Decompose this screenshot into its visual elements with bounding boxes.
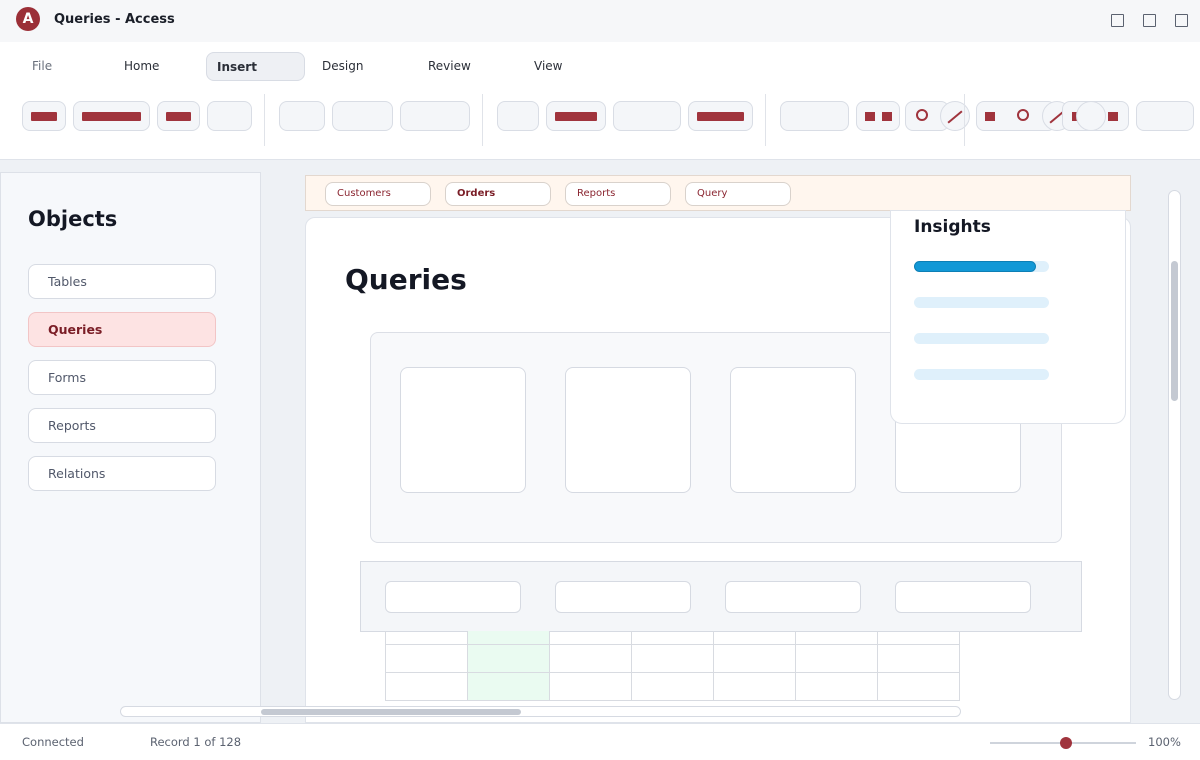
zoom-slider-handle[interactable] <box>1060 737 1072 749</box>
ribbon-button-icon <box>166 112 191 121</box>
ribbon-button[interactable] <box>780 101 849 131</box>
grid-line <box>385 644 960 645</box>
horizontal-scrollbar[interactable] <box>120 706 961 717</box>
ribbon-button[interactable] <box>546 101 606 131</box>
ribbon-button[interactable] <box>22 101 66 131</box>
field-group <box>360 561 1082 632</box>
ribbon-button-icon <box>31 112 57 121</box>
ribbon-button-icon <box>865 112 875 121</box>
query-grid[interactable] <box>385 631 960 701</box>
ribbon-button-icon <box>697 112 744 121</box>
grid-line <box>877 631 878 701</box>
query-field[interactable] <box>895 581 1031 613</box>
ribbon-button[interactable] <box>207 101 252 131</box>
horizontal-scroll-thumb[interactable] <box>261 709 521 715</box>
grid-line <box>385 672 960 673</box>
ribbon-button[interactable] <box>332 101 393 131</box>
tab-insert[interactable]: Insert <box>206 52 305 81</box>
tab-design[interactable]: Design <box>312 52 373 81</box>
ribbon-button[interactable] <box>856 101 900 131</box>
insight-meter <box>914 333 1049 344</box>
ribbon-button-icon <box>82 112 141 121</box>
grid-line <box>549 631 550 701</box>
tab-home[interactable]: Home <box>114 52 169 81</box>
tab-review[interactable]: Review <box>418 52 481 81</box>
doc-tab-orders[interactable]: Orders <box>445 182 551 206</box>
grid-line <box>959 631 960 701</box>
tab-file[interactable]: File <box>22 52 62 81</box>
doc-tab-query[interactable]: Query <box>685 182 791 206</box>
sidebar-item-relations[interactable]: Relations <box>28 456 216 491</box>
page-title: Queries <box>345 263 467 296</box>
ribbon-button[interactable] <box>73 101 150 131</box>
connection-status: Connected <box>22 735 84 749</box>
grid-line <box>795 631 796 701</box>
circle-icon <box>916 109 928 121</box>
vertical-scroll-thumb[interactable] <box>1171 261 1178 401</box>
ribbon-button[interactable] <box>279 101 325 131</box>
ribbon-button[interactable] <box>400 101 470 131</box>
status-bar: Connected Record 1 of 128 100% <box>0 723 1200 760</box>
tab-view[interactable]: View <box>524 52 572 81</box>
ribbon-button[interactable] <box>613 101 681 131</box>
insights-panel: Insights <box>890 210 1126 424</box>
grid-line <box>713 631 714 701</box>
ribbon-round-button[interactable] <box>1076 101 1106 131</box>
vertical-scrollbar[interactable] <box>1168 190 1181 700</box>
doc-tab-customers[interactable]: Customers <box>325 182 431 206</box>
close-icon[interactable] <box>1175 14 1188 27</box>
ribbon-button[interactable] <box>157 101 200 131</box>
ribbon-separator <box>964 94 965 146</box>
maximize-icon[interactable] <box>1143 14 1156 27</box>
insight-meter <box>914 297 1049 308</box>
insight-meter-fill <box>914 261 1036 272</box>
query-field[interactable] <box>725 581 861 613</box>
circle-icon <box>1017 109 1029 121</box>
sidebar-title: Objects <box>28 207 118 231</box>
ribbon-button[interactable] <box>688 101 753 131</box>
ribbon-button-icon <box>985 112 995 121</box>
insight-meter <box>914 369 1049 380</box>
sidebar-item-tables[interactable]: Tables <box>28 264 216 299</box>
line-icon <box>947 110 963 124</box>
insight-meter <box>914 261 1049 272</box>
query-card[interactable] <box>400 367 526 493</box>
query-card[interactable] <box>730 367 856 493</box>
objects-sidebar: Objects Tables Queries Forms Reports Rel… <box>0 172 261 723</box>
selected-column <box>467 631 549 701</box>
window-title: Queries - Access <box>54 12 175 27</box>
ribbon-separator <box>264 94 265 146</box>
shape-line-button[interactable] <box>940 101 970 131</box>
ribbon-separator <box>765 94 766 146</box>
ribbon: File Home Insert Design Review View <box>0 42 1200 160</box>
ribbon-button[interactable] <box>1136 101 1194 131</box>
grid-line <box>467 631 468 701</box>
query-card[interactable] <box>565 367 691 493</box>
sidebar-item-queries[interactable]: Queries <box>28 312 216 347</box>
record-counter: Record 1 of 128 <box>150 735 242 749</box>
access-logo-icon: A <box>16 7 40 31</box>
sidebar-item-forms[interactable]: Forms <box>28 360 216 395</box>
title-bar: A Queries - Access <box>0 0 1200 42</box>
ribbon-separator <box>482 94 483 146</box>
grid-line <box>385 631 386 701</box>
query-field[interactable] <box>385 581 521 613</box>
insights-title: Insights <box>914 217 991 237</box>
ribbon-button-icon <box>1108 112 1118 121</box>
doc-tab-reports[interactable]: Reports <box>565 182 671 206</box>
ribbon-button-icon <box>555 112 597 121</box>
minimize-icon[interactable] <box>1111 14 1124 27</box>
document-tabs: Customers Orders Reports Query <box>305 175 1131 211</box>
grid-line <box>631 631 632 701</box>
sidebar-item-reports[interactable]: Reports <box>28 408 216 443</box>
zoom-level: 100% <box>1148 735 1181 749</box>
ribbon-button-icon <box>882 112 892 121</box>
query-field[interactable] <box>555 581 691 613</box>
ribbon-button[interactable] <box>497 101 539 131</box>
grid-line <box>385 700 960 701</box>
